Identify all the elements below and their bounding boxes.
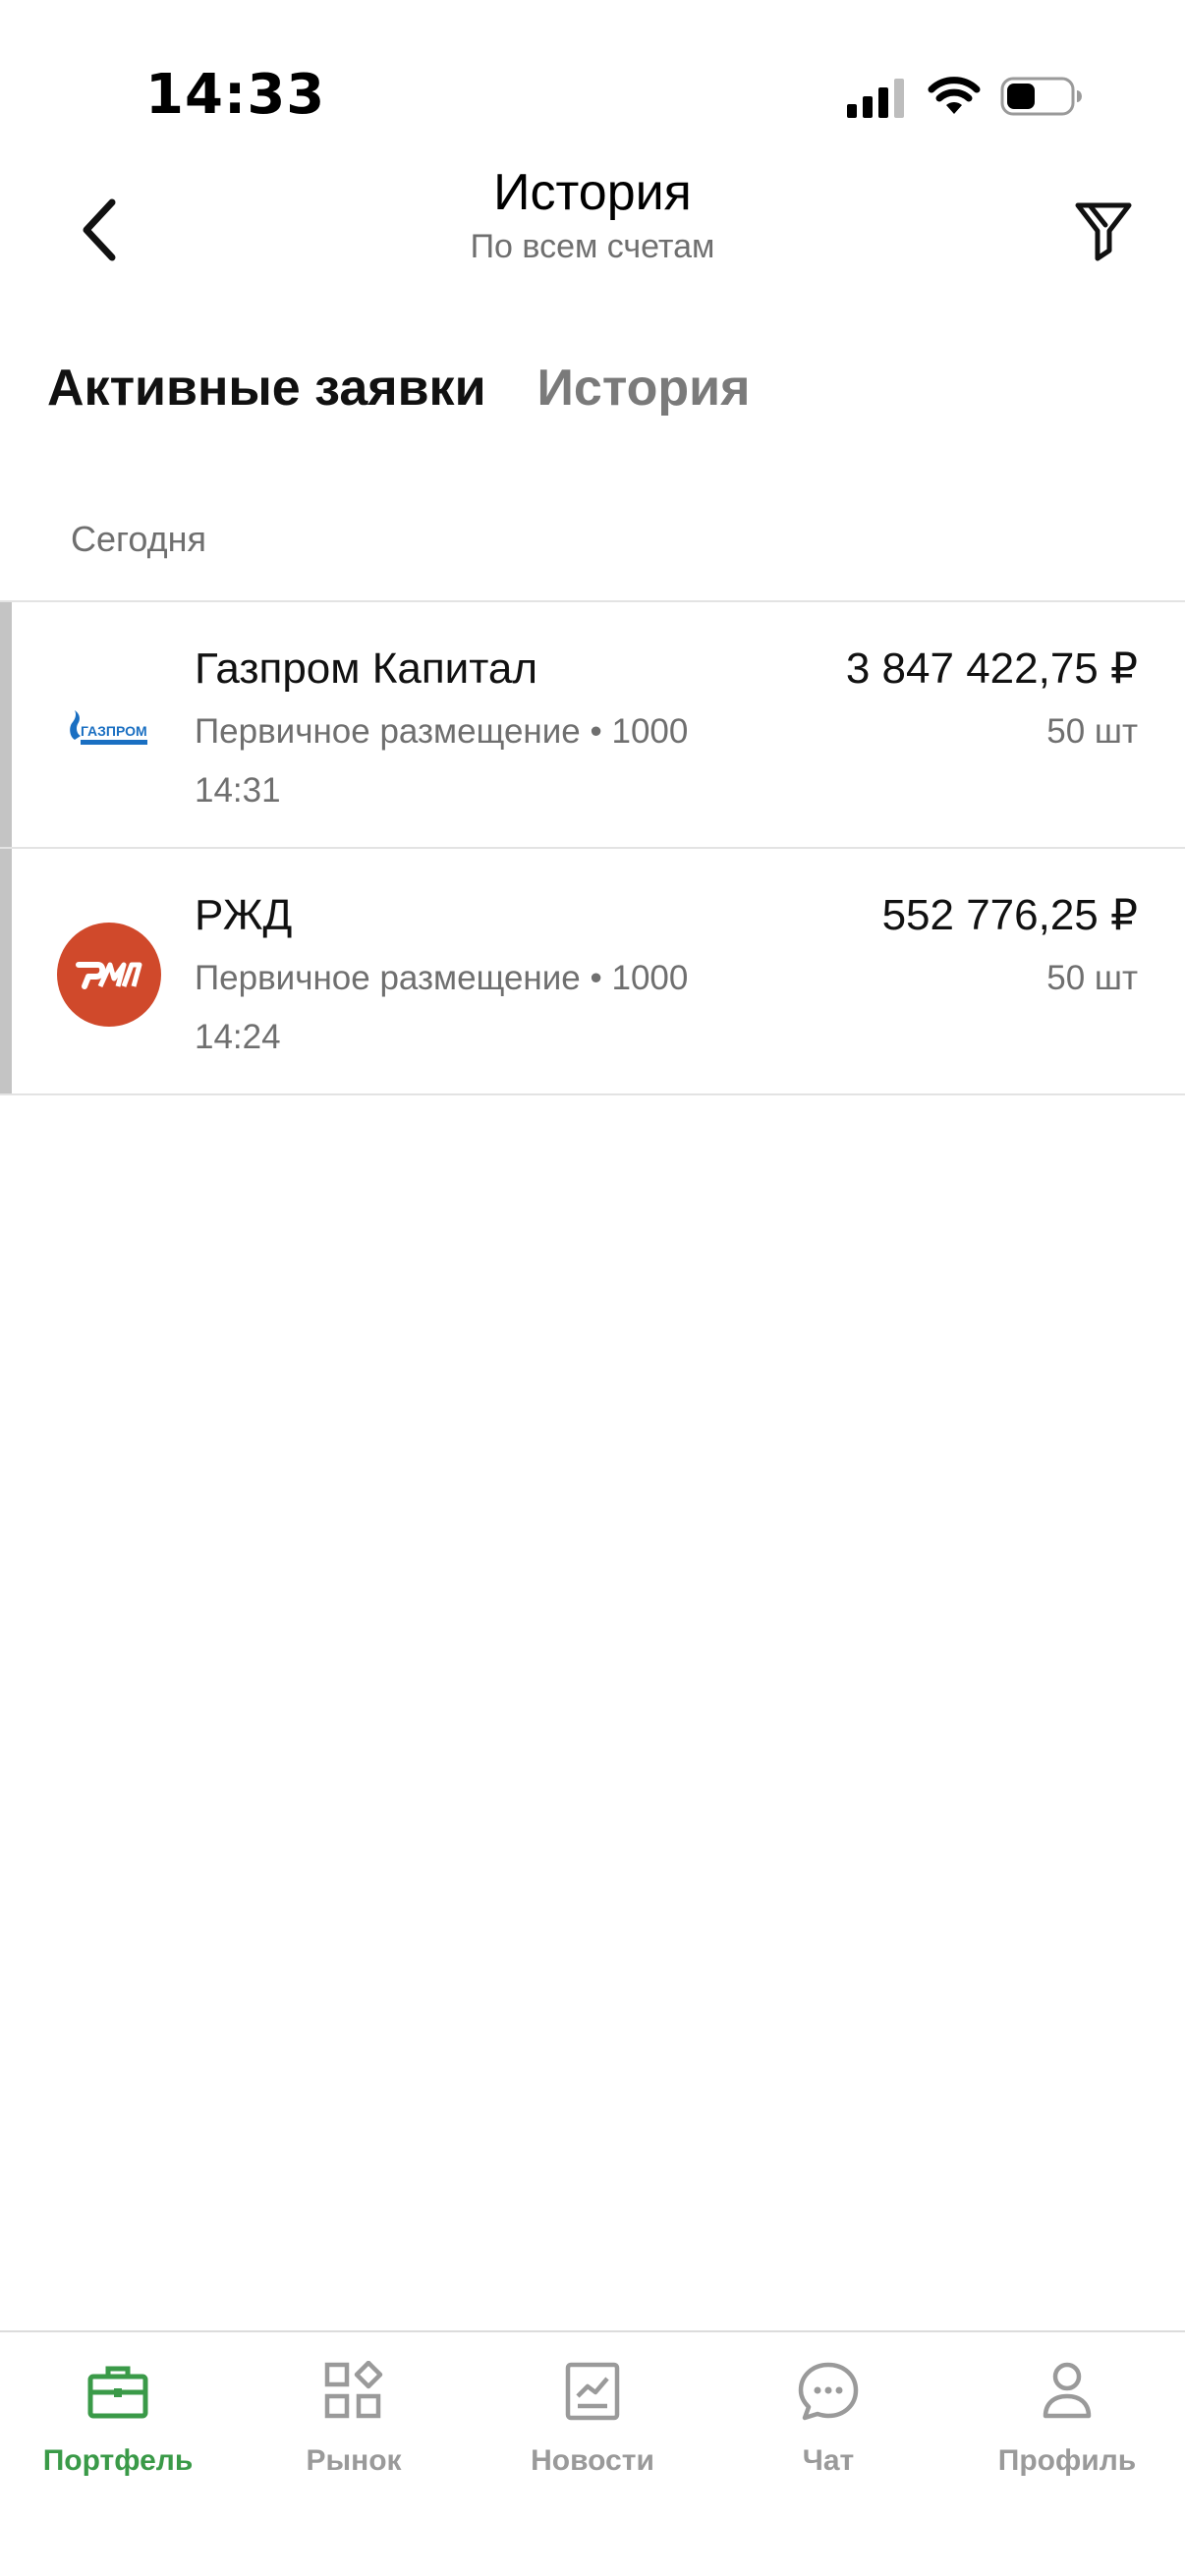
tab-active-orders[interactable]: Активные заявки [47,354,486,422]
battery-icon [1000,77,1082,116]
tabbar-label: Новости [531,2444,654,2477]
gazprom-logo: ГАЗПРОМ [57,676,161,780]
order-amount: 3 847 422,75 ₽ [845,644,1138,693]
order-list: ГАЗПРОМ Газпром Капитал Первичное размещ… [0,602,1185,1095]
status-time: 14:33 [145,63,326,127]
order-description: Первичное размещение • 1000 [195,712,689,751]
order-time: 14:24 [195,1018,281,1056]
page-title: История [493,164,692,221]
order-time: 14:31 [195,771,281,810]
bottom-tab-bar: Портфель Рынок Новости Чат Профиль [0,2330,1185,2576]
briefcase-icon [79,2352,157,2431]
tabbar-market[interactable]: Рынок [236,2352,472,2499]
tabbar-portfolio[interactable]: Портфель [0,2352,236,2499]
order-quantity: 50 шт [1046,959,1138,997]
tabbar-profile[interactable]: Профиль [949,2352,1185,2499]
section-label: Сегодня [71,519,206,559]
home-indicator [458,2548,727,2558]
page-subtitle: По всем счетам [470,228,715,265]
tabbar-chat[interactable]: Чат [710,2352,946,2499]
status-stripe [0,849,12,1093]
order-row-rzd[interactable]: РЖД Первичное размещение • 1000 14:24 55… [0,849,1185,1095]
header-title-block: История По всем счетам [0,161,1185,267]
cellular-signal-icon [847,79,904,118]
filter-button[interactable] [1069,195,1138,267]
tabs: Активные заявки История [47,354,750,422]
rzd-logo [57,923,161,1027]
order-name: РЖД [195,891,293,939]
order-quantity: 50 шт [1046,712,1138,751]
order-row-gazprom[interactable]: ГАЗПРОМ Газпром Капитал Первичное размещ… [0,602,1185,849]
status-stripe [0,602,12,847]
person-icon [1028,2352,1106,2431]
market-grid-icon [314,2352,393,2431]
tabbar-news[interactable]: Новости [475,2352,710,2499]
tabbar-label: Рынок [306,2444,402,2477]
gazprom-logo-text: ГАЗПРОМ [81,723,147,739]
screen: 14:33 История По всем счетам Активные за… [0,0,1185,2576]
tab-history[interactable]: История [537,354,751,422]
tabbar-label: Чат [802,2444,855,2477]
order-description: Первичное размещение • 1000 [195,959,689,997]
status-bar: 14:33 [0,0,1185,147]
tabbar-label: Портфель [42,2444,194,2477]
wifi-icon [928,77,981,114]
chat-bubble-icon [789,2352,868,2431]
filter-icon [1075,202,1132,261]
tabbar-label: Профиль [997,2444,1137,2477]
order-amount: 552 776,25 ₽ [881,891,1138,939]
news-chart-icon [553,2352,632,2431]
order-name: Газпром Капитал [195,644,538,693]
